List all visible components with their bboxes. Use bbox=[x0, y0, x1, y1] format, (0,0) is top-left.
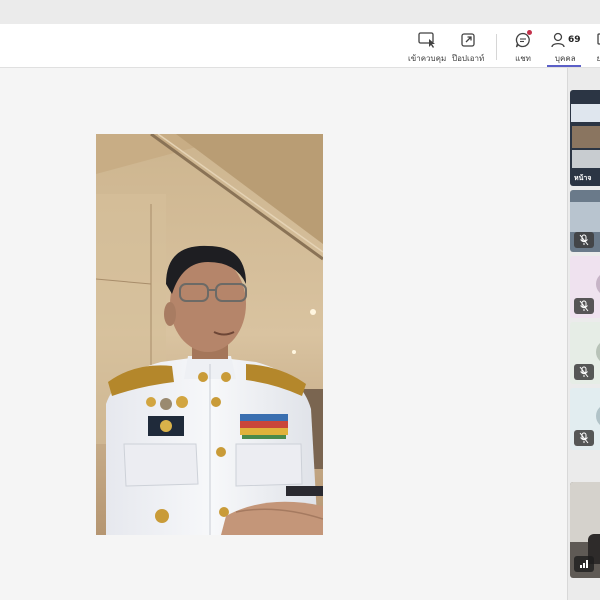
popout-button[interactable]: ป๊อปเอาท์ bbox=[452, 30, 484, 65]
muted-mic-icon bbox=[574, 364, 594, 380]
take-control-label: เข้าควบคุม bbox=[408, 54, 447, 63]
people-button[interactable]: 69 บุคคล bbox=[550, 30, 581, 65]
participant-gallery: หน้าจ bbox=[567, 68, 600, 600]
people-active-indicator bbox=[547, 65, 581, 67]
video-frame bbox=[96, 134, 323, 535]
muted-mic-icon bbox=[574, 298, 594, 314]
title-bar bbox=[0, 0, 600, 24]
participant-tile-label: หน้าจ bbox=[574, 174, 592, 182]
shared-video[interactable] bbox=[96, 134, 323, 535]
meeting-toolbar: เข้าควบคุม ป๊อปเอาท์ แชท 69 บุคคล ย bbox=[0, 24, 600, 68]
signal-icon bbox=[574, 556, 594, 572]
muted-mic-icon bbox=[574, 430, 594, 446]
chat-notification-dot bbox=[527, 30, 532, 35]
screen-thumbnail bbox=[571, 104, 600, 122]
screen-thumbnail-person bbox=[572, 126, 600, 148]
popout-icon bbox=[459, 30, 477, 50]
participant-tile-screen[interactable]: หน้าจ bbox=[570, 90, 600, 186]
participant-tile-avatar-1[interactable] bbox=[570, 256, 600, 318]
participant-tile-avatar-2[interactable] bbox=[570, 322, 600, 384]
popout-label: ป๊อปเอาท์ bbox=[452, 54, 485, 63]
avatar bbox=[596, 272, 600, 296]
chat-icon bbox=[514, 30, 532, 50]
more-icon bbox=[594, 30, 600, 50]
participant-video-thumbnail bbox=[570, 482, 600, 542]
muted-mic-icon bbox=[574, 232, 594, 248]
participant-tile-video-2[interactable] bbox=[570, 482, 600, 578]
people-count: 69 bbox=[568, 35, 581, 45]
participant-video-thumbnail bbox=[570, 202, 600, 232]
chat-label: แชท bbox=[515, 54, 531, 63]
participant-tile-video[interactable] bbox=[570, 190, 600, 252]
more-button[interactable]: ย bbox=[594, 30, 600, 65]
people-icon-group: 69 bbox=[550, 30, 581, 50]
people-icon bbox=[551, 32, 565, 48]
participant-tile-avatar-3[interactable] bbox=[570, 388, 600, 450]
screen-thumbnail-room bbox=[572, 150, 600, 168]
more-label: ย bbox=[596, 54, 600, 63]
avatar bbox=[596, 404, 600, 428]
people-label: บุคคล bbox=[554, 54, 576, 63]
toolbar-divider bbox=[496, 34, 497, 60]
take-control-icon bbox=[417, 30, 437, 50]
take-control-button[interactable]: เข้าควบคุม bbox=[408, 30, 446, 65]
chat-button[interactable]: แชท bbox=[514, 30, 532, 65]
avatar bbox=[596, 340, 600, 364]
